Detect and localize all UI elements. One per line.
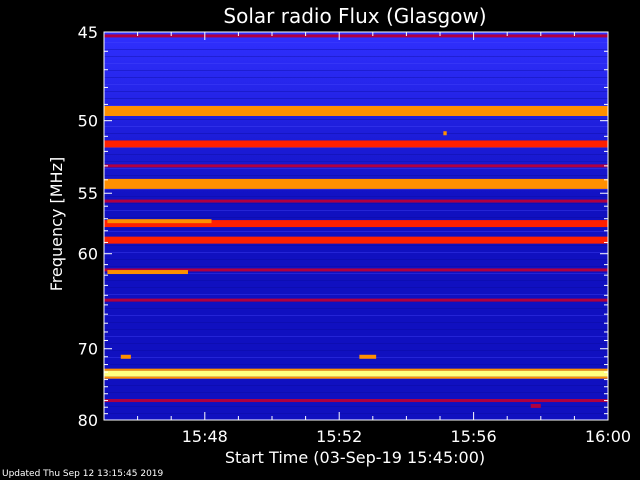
texture-line bbox=[104, 98, 608, 99]
burst bbox=[107, 270, 188, 275]
texture-line bbox=[104, 308, 608, 309]
texture-line bbox=[104, 154, 608, 155]
texture-line bbox=[104, 266, 608, 267]
texture-line bbox=[104, 210, 608, 211]
texture-line bbox=[104, 49, 608, 50]
burst bbox=[107, 219, 212, 224]
texture-line bbox=[104, 63, 608, 64]
y-tick-label: 70 bbox=[78, 340, 98, 359]
texture-line bbox=[104, 245, 608, 246]
frequency-band bbox=[104, 140, 608, 148]
texture-line bbox=[104, 217, 608, 218]
texture-line bbox=[104, 119, 608, 120]
burst bbox=[359, 354, 377, 359]
texture-line bbox=[104, 196, 608, 197]
frequency-band bbox=[104, 399, 608, 403]
texture-line bbox=[104, 357, 608, 358]
frequency-band bbox=[104, 105, 608, 116]
texture-line bbox=[104, 126, 608, 127]
texture-line bbox=[104, 294, 608, 295]
y-tick-label: 60 bbox=[78, 245, 98, 264]
x-tick-label: 15:48 bbox=[182, 427, 228, 446]
texture-line bbox=[104, 161, 608, 162]
texture-line bbox=[104, 70, 608, 71]
x-tick-label: 15:52 bbox=[316, 427, 362, 446]
texture-line bbox=[104, 133, 608, 134]
chart-title: Solar radio Flux (Glasgow) bbox=[223, 4, 486, 28]
frequency-band bbox=[104, 199, 608, 203]
texture-line bbox=[104, 168, 608, 169]
frequency-band bbox=[104, 164, 608, 168]
texture-line bbox=[104, 231, 608, 232]
texture-line bbox=[104, 84, 608, 85]
y-tick-label: 55 bbox=[78, 184, 98, 203]
spectrogram-plot bbox=[104, 32, 608, 420]
frequency-band bbox=[104, 370, 608, 377]
x-tick-label: 15:56 bbox=[451, 427, 497, 446]
y-tick-label: 50 bbox=[78, 112, 98, 131]
texture-line bbox=[104, 42, 608, 43]
texture-line bbox=[104, 385, 608, 386]
frequency-band-edge bbox=[104, 368, 608, 371]
texture-line bbox=[104, 280, 608, 281]
x-tick-label: 16:00 bbox=[585, 427, 631, 446]
texture-line bbox=[104, 77, 608, 78]
texture-line bbox=[104, 329, 608, 330]
y-tick-label: 80 bbox=[78, 411, 98, 430]
x-axis-label: Start Time (03-Sep-19 15:45:00) bbox=[225, 448, 485, 467]
texture-line bbox=[104, 336, 608, 337]
texture-line bbox=[104, 350, 608, 351]
texture-line bbox=[104, 259, 608, 260]
frequency-band bbox=[104, 34, 608, 38]
burst bbox=[120, 354, 131, 359]
frequency-band bbox=[104, 178, 608, 189]
burst bbox=[443, 131, 447, 136]
burst bbox=[530, 403, 541, 408]
texture-line bbox=[104, 315, 608, 316]
texture-line bbox=[104, 322, 608, 323]
texture-line bbox=[104, 392, 608, 393]
frequency-band-edge bbox=[104, 376, 608, 379]
frequency-band bbox=[104, 298, 608, 302]
texture-line bbox=[104, 287, 608, 288]
texture-line bbox=[104, 343, 608, 344]
texture-line bbox=[104, 252, 608, 253]
y-axis-label: Frequency [MHz] bbox=[47, 157, 66, 291]
texture-line bbox=[104, 203, 608, 204]
texture-line bbox=[104, 56, 608, 57]
texture-line bbox=[104, 364, 608, 365]
y-tick-label: 45 bbox=[78, 23, 98, 42]
frequency-band bbox=[104, 236, 608, 244]
texture-line bbox=[104, 105, 608, 106]
texture-line bbox=[104, 189, 608, 190]
spectrogram-chart: Solar radio Flux (Glasgow) 45 50 55 60 70 80 1… bbox=[47, 4, 631, 467]
updated-timestamp: Updated Thu Sep 12 13:15:45 2019 bbox=[2, 469, 164, 479]
texture-line bbox=[104, 413, 608, 414]
texture-line bbox=[104, 175, 608, 176]
texture-line bbox=[104, 91, 608, 92]
